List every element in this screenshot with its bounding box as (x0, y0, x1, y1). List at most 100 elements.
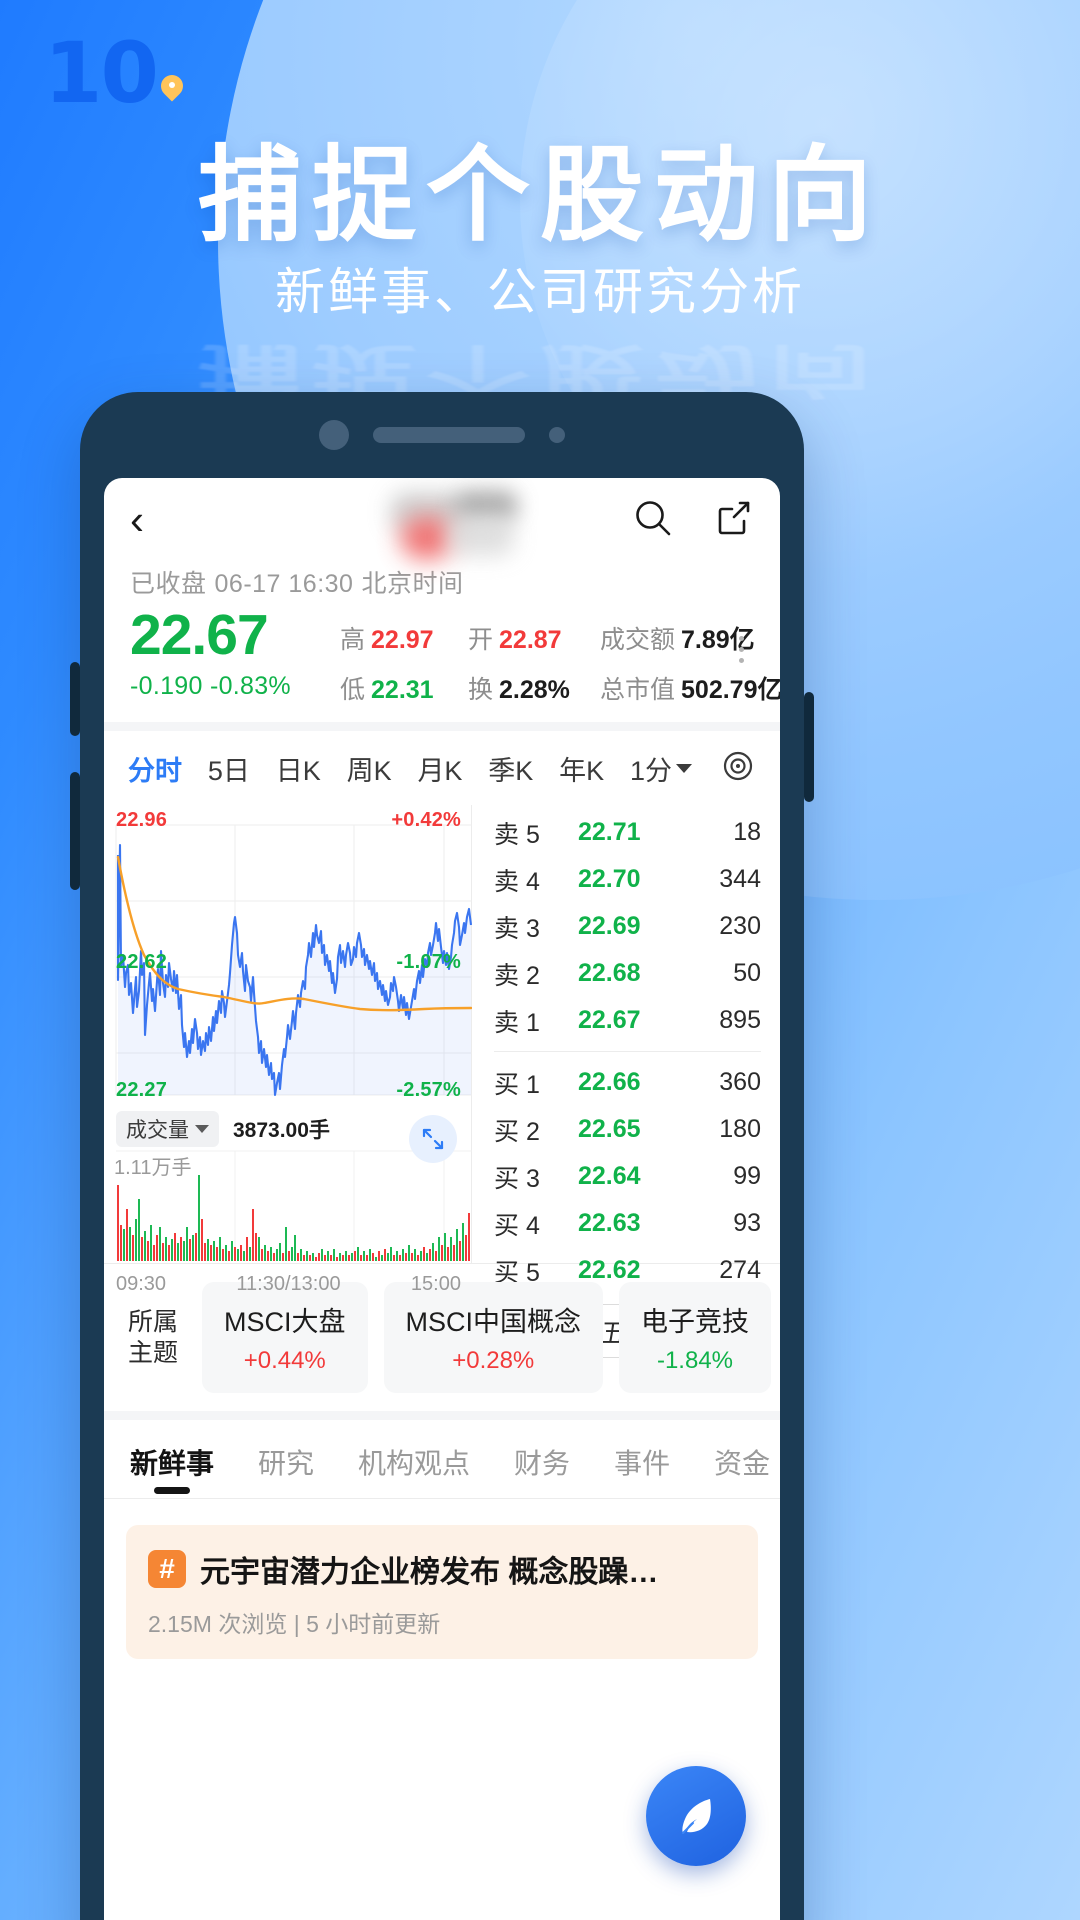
stat-market-cap: 总市值 502.79亿 (600, 670, 780, 706)
stat-open: 开 22.87 (468, 620, 600, 656)
stat-column-3: 成交额 7.89亿 总市值 502.79亿 (600, 606, 780, 706)
theme-name: MSCI中国概念 (405, 1307, 582, 1337)
quote-datetime: 06-17 16:30 (214, 570, 354, 598)
stat-high-label: 高 (340, 626, 366, 654)
tab-research[interactable]: 研究 (258, 1442, 314, 1498)
intraday-chart[interactable]: 22.96 +0.42% 22.62 -1.07% 22.27 -2.57% (104, 805, 472, 1105)
phone-volume-up-button (70, 662, 80, 736)
time-tick-mid: 11:30/13:00 (236, 1273, 341, 1295)
quote-grid: 22.67 -0.190 -0.83% 高 22.97 低 22.31 开 22… (130, 603, 780, 706)
back-chevron-icon[interactable]: ‹ (130, 499, 144, 541)
stat-column-1: 高 22.97 低 22.31 (340, 606, 468, 706)
chart-tab-yeark[interactable]: 年K (559, 749, 604, 788)
sensor-icon (549, 427, 565, 443)
interval-selector[interactable]: 1分 (630, 749, 693, 788)
stat-low-label: 低 (340, 676, 366, 704)
ask-qty: 50 (733, 959, 761, 987)
order-book-ask-row[interactable]: 卖 5 22.71 18 (472, 809, 779, 856)
theme-card[interactable]: MSCI大盘 +0.44% (202, 1282, 368, 1393)
app-bar-actions (632, 497, 754, 544)
logo-number: 10 (44, 24, 159, 122)
order-book-ask-row[interactable]: 卖 3 22.69 230 (472, 903, 779, 950)
order-book-bid-row[interactable]: 买 1 22.66 360 (472, 1059, 779, 1106)
ask-label: 卖 5 (494, 820, 540, 849)
chart-axis-bottom: 22.27 (116, 1079, 168, 1101)
quote-timezone: 北京时间 (361, 570, 464, 598)
theme-card[interactable]: MSCI中国概念 +0.28% (383, 1282, 603, 1393)
chart-tab-dayk[interactable]: 日K (276, 749, 321, 788)
app-screen: ‹ 已收盘 06-17 16:30 北京时间 22.67 -0.190 -0.8… (104, 478, 780, 1920)
theme-label-line1: 所属 (128, 1308, 179, 1336)
promo-subheadline: 新鲜事、公司研究分析 (275, 264, 805, 320)
app-bar: ‹ (104, 478, 780, 562)
bid-price: 22.62 (578, 1256, 641, 1284)
chart-tab-5day[interactable]: 5日 (208, 749, 250, 788)
chart-pct-bottom: -2.57% (396, 1079, 461, 1101)
bid-qty: 274 (719, 1256, 761, 1284)
chevron-down-icon (676, 763, 693, 773)
news-card[interactable]: # 元宇宙潜力企业榜发布 概念股躁… 2.15M 次浏览 | 5 小时前更新 (126, 1525, 758, 1659)
chevron-down-icon (195, 1125, 209, 1133)
theme-section-label: 所属 主题 (128, 1307, 186, 1368)
chart-axis-mid: 22.62 (116, 951, 168, 973)
chart-axis-top: 22.96 (116, 809, 168, 831)
chart-tab-monthk[interactable]: 月K (417, 749, 462, 788)
order-book-bid-row[interactable]: 买 2 22.65 180 (472, 1106, 779, 1153)
stat-low: 低 22.31 (340, 670, 468, 706)
bid-price: 22.66 (578, 1068, 641, 1096)
chart-tab-quarterk[interactable]: 季K (488, 749, 533, 788)
time-tick-close: 15:00 (410, 1273, 461, 1295)
last-price: 22.67 (130, 603, 269, 667)
bid-price: 22.64 (578, 1162, 641, 1190)
ask-qty: 895 (719, 1006, 761, 1034)
bid-label: 买 1 (494, 1070, 540, 1099)
thin-divider (104, 1498, 780, 1499)
stat-open-value: 22.87 (499, 626, 562, 654)
phone-power-button (804, 692, 814, 802)
search-icon[interactable] (632, 497, 674, 544)
tab-events[interactable]: 事件 (614, 1442, 670, 1498)
order-book-ask-row[interactable]: 卖 2 22.68 50 (472, 950, 779, 997)
volume-chart[interactable]: 1.11万手 (104, 1115, 472, 1269)
order-book-bid-row[interactable]: 买 3 22.64 99 (472, 1153, 779, 1200)
order-book-panel: 卖 5 22.71 18 卖 4 22.70 344 卖 3 22.69 230… (472, 805, 779, 1358)
share-icon[interactable] (712, 497, 754, 544)
time-tick-open: 09:30 (116, 1273, 167, 1295)
tab-financials[interactable]: 财务 (514, 1442, 570, 1498)
settings-target-icon[interactable] (720, 748, 756, 789)
news-headline: 元宇宙潜力企业榜发布 概念股躁… (200, 1556, 659, 1589)
bid-label: 买 3 (494, 1164, 540, 1193)
news-title-row: # 元宇宙潜力企业榜发布 概念股躁… (148, 1547, 736, 1591)
stat-open-label: 开 (468, 626, 494, 654)
theme-change: +0.44% (243, 1347, 326, 1374)
tab-news[interactable]: 新鲜事 (130, 1442, 214, 1498)
chart-tab-weekk[interactable]: 周K (347, 749, 392, 788)
theme-name: 电子竞技 (641, 1307, 749, 1337)
stat-high-value: 22.97 (371, 626, 434, 654)
ask-label: 卖 2 (494, 961, 540, 990)
quote-section: 已收盘 06-17 16:30 北京时间 22.67 -0.190 -0.83% 高… (104, 562, 780, 722)
order-book-ask-row[interactable]: 卖 4 22.70 344 (472, 856, 779, 903)
volume-indicator-selector[interactable]: 成交量 (116, 1111, 219, 1147)
compose-post-button[interactable] (646, 1766, 746, 1866)
order-book-bid-row[interactable]: 买 4 22.63 93 (472, 1200, 779, 1247)
bid-label: 买 4 (494, 1211, 540, 1240)
theme-change: +0.28% (452, 1347, 535, 1374)
theme-card[interactable]: 电子竞技 -1.84% (619, 1282, 771, 1393)
order-book-ask-row[interactable]: 卖 1 22.67 895 (472, 997, 779, 1044)
tab-institutional-view[interactable]: 机构观点 (358, 1442, 470, 1498)
expand-chart-icon[interactable] (409, 1115, 457, 1163)
ask-label: 卖 1 (494, 1008, 540, 1037)
tab-capital-flow[interactable]: 资金 (714, 1442, 770, 1498)
ask-price: 22.68 (578, 959, 641, 987)
chart-time-axis: 09:30 11:30/13:00 15:00 (104, 1269, 471, 1296)
stat-column-2: 开 22.87 换 2.28% (468, 606, 600, 706)
phone-notch (80, 420, 804, 450)
more-vertical-icon[interactable] (728, 606, 754, 663)
chart-tab-minute[interactable]: 分时 (128, 749, 182, 788)
phone-volume-down-button (70, 772, 80, 890)
stat-amount: 成交额 7.89亿 (600, 620, 755, 656)
stat-turnover-rate-value: 2.28% (499, 676, 570, 704)
market-status-line: 已收盘 06-17 16:30 北京时间 (130, 564, 754, 600)
theme-change: -1.84% (656, 1347, 734, 1374)
